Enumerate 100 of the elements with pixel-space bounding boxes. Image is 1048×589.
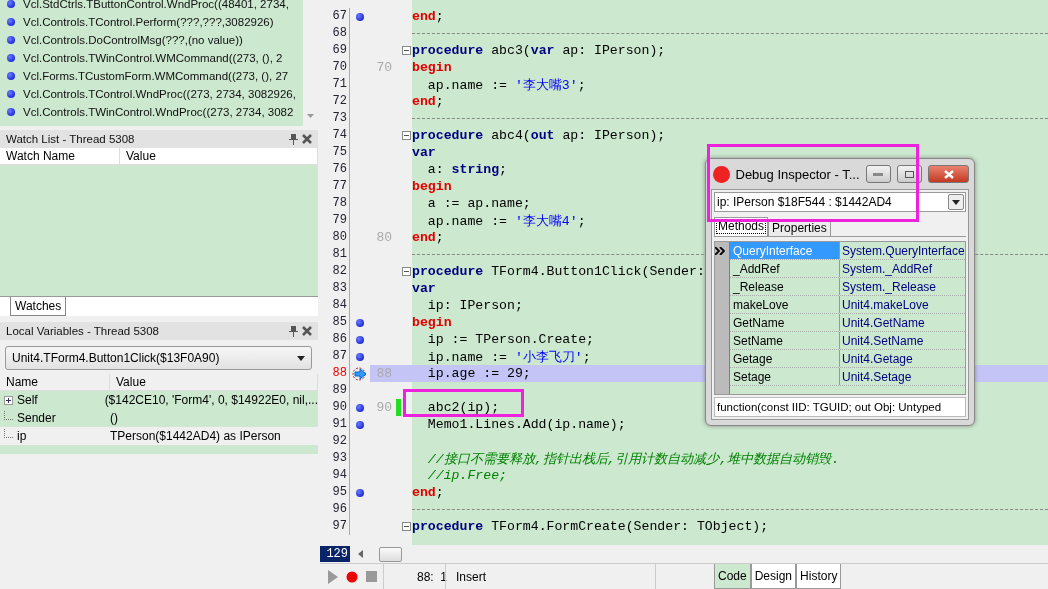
collapse-icon[interactable]: [402, 46, 411, 55]
call-stack-entry[interactable]: Vcl.Controls.DoControlMsg(???,(no value)): [23, 34, 243, 46]
caret-icon: [297, 355, 305, 361]
breakpoint-dot-icon: [7, 72, 15, 80]
code-line: abc2(ip);: [426, 400, 500, 415]
breakpoint-dot-icon[interactable]: [356, 352, 364, 361]
close-icon[interactable]: [302, 134, 312, 144]
code-line: procedure abc4(out ap: IPerson);: [412, 128, 666, 143]
line-marker: 70: [375, 59, 393, 76]
code-line: ip.age := 29;: [426, 366, 531, 381]
code-line: //接口不需要释放,指针出栈后,引用计数自动减少,堆中数据自动销毁.: [426, 450, 840, 468]
scroll-thumb[interactable]: [379, 546, 402, 562]
view-tab[interactable]: Code: [714, 564, 751, 589]
code-line: var: [412, 281, 436, 296]
breakpoint-dot-icon[interactable]: [356, 420, 364, 429]
line-count: 129: [320, 546, 350, 562]
method-name[interactable]: Getage: [730, 350, 840, 367]
collapse-icon[interactable]: [402, 131, 411, 140]
call-stack-entry[interactable]: Vcl.Controls.TControl.Perform(???,???,3082926): [23, 16, 274, 28]
method-value: Unit4.GetName: [841, 315, 926, 331]
line-number: 88: [320, 365, 350, 382]
method-value: System.QueryInterface: [841, 243, 965, 259]
caret-icon: [952, 199, 960, 205]
code-line: procedure TForm4.Button1Click(Sender:: [412, 264, 705, 279]
variable-name: Sender: [17, 411, 56, 425]
execution-point-icon: [351, 366, 369, 381]
close-icon[interactable]: [302, 326, 312, 336]
variable-row[interactable]: Sender (): [0, 409, 318, 427]
variable-value: TPerson($1442AD4) as IPerson: [110, 429, 281, 443]
edit-mode: Insert: [456, 569, 486, 584]
record-icon[interactable]: [346, 570, 358, 583]
code-line: begin: [412, 179, 452, 194]
expand-icon[interactable]: [4, 395, 13, 405]
method-name[interactable]: makeLove: [730, 296, 840, 313]
variable-row[interactable]: Self ($142CE10, 'Form4', 0, $14922E0, nil,...: [0, 391, 318, 409]
code-line: ip := TPerson.Create;: [426, 332, 595, 347]
call-stack-entry[interactable]: Vcl.Controls.TControl.WndProc((273, 2734, 3082926,: [23, 88, 296, 100]
variable-value: ($142CE10, 'Form4', 0, $14922E0, nil,...: [104, 393, 318, 407]
close-button[interactable]: [928, 165, 969, 183]
close-icon: [943, 169, 954, 179]
call-stack-entry[interactable]: Vcl.StdCtrls.TButtonControl.WndProc((48401, 2734,: [23, 0, 289, 10]
code-line: end;: [412, 9, 444, 24]
method-value: Unit4.SetName: [841, 333, 925, 349]
column-header[interactable]: Name: [0, 374, 110, 390]
code-line: procedure abc3(var ap: IPerson);: [412, 43, 666, 58]
view-tab[interactable]: History: [796, 564, 842, 589]
code-line: begin: [412, 315, 452, 330]
view-tab[interactable]: Design: [750, 564, 797, 589]
method-name[interactable]: GetName: [730, 314, 840, 331]
column-header[interactable]: Value: [110, 374, 318, 390]
stack-frame-dropdown[interactable]: Unit4.TForm4.Button1Click($13F0A90): [5, 346, 312, 370]
breakpoint-dot-icon: [7, 18, 15, 26]
line-marker: 88: [375, 365, 393, 382]
method-name[interactable]: Setage: [730, 368, 840, 385]
breakpoint-dot-icon: [7, 36, 15, 44]
breakpoint-dot-icon[interactable]: [356, 318, 364, 327]
code-line: ip.name := '小李飞刀';: [426, 348, 591, 366]
method-name[interactable]: _Release: [730, 278, 840, 295]
collapse-icon[interactable]: [402, 267, 411, 276]
code-line: ap.name := '李大嘴3';: [426, 76, 586, 94]
app-logo-icon: [713, 165, 730, 183]
breakpoint-dot-icon[interactable]: [356, 335, 364, 344]
panel-tab[interactable]: Watches: [10, 297, 67, 316]
window-title: Debug Inspector - T...: [735, 166, 860, 182]
breakpoint-dot-icon[interactable]: [356, 12, 364, 21]
code-line: begin: [412, 60, 452, 75]
code-line: end;: [412, 230, 444, 245]
method-value: Unit4.Getage: [841, 351, 914, 367]
code-line: Memo1.Lines.Add(ip.name);: [426, 417, 626, 432]
code-line: //ip.Free;: [426, 468, 507, 483]
method-name[interactable]: _AddRef: [730, 260, 840, 277]
code-line: end;: [412, 485, 444, 500]
call-stack-entry[interactable]: Vcl.Controls.TWinControl.WndProc((273, 2734, 3082: [23, 106, 294, 118]
line-marker: 90: [375, 399, 393, 416]
breakpoint-dot-icon: [7, 0, 15, 8]
method-value: System._AddRef: [841, 261, 934, 277]
code-line: end;: [412, 94, 444, 109]
breakpoint-dot-icon[interactable]: [356, 488, 364, 497]
expression-field[interactable]: ip: IPerson $18F544 : $1442AD4: [714, 192, 966, 212]
scroll-left-arrow-icon[interactable]: [358, 550, 363, 558]
method-value: System._Release: [841, 279, 938, 295]
variable-value: (): [110, 411, 118, 425]
column-header[interactable]: Watch Name: [0, 148, 120, 164]
call-stack-entry[interactable]: Vcl.Controls.TWinControl.WMCommand((273, (), 2: [23, 52, 283, 64]
panel-title: Watch List - Thread 5308: [6, 133, 135, 145]
current-row-icon: [715, 247, 725, 255]
column-header[interactable]: Value: [120, 148, 318, 164]
collapse-icon[interactable]: [402, 522, 411, 531]
minimize-button[interactable]: [865, 165, 891, 183]
code-line: a: string;: [426, 162, 507, 177]
method-value: Unit4.makeLove: [841, 297, 930, 313]
method-value: Unit4.Setage: [841, 369, 913, 385]
breakpoint-dot-icon[interactable]: [356, 403, 364, 412]
tree-line-icon: [4, 410, 13, 420]
pin-icon[interactable]: [289, 133, 298, 145]
method-name[interactable]: SetName: [730, 332, 840, 349]
pin-icon[interactable]: [289, 325, 298, 337]
code-line: ap.name := '李大嘴4';: [426, 212, 586, 230]
panel-title: Local Variables - Thread 5308: [6, 325, 159, 337]
call-stack-entry[interactable]: Vcl.Forms.TCustomForm.WMCommand((273, (), 27: [23, 70, 289, 82]
